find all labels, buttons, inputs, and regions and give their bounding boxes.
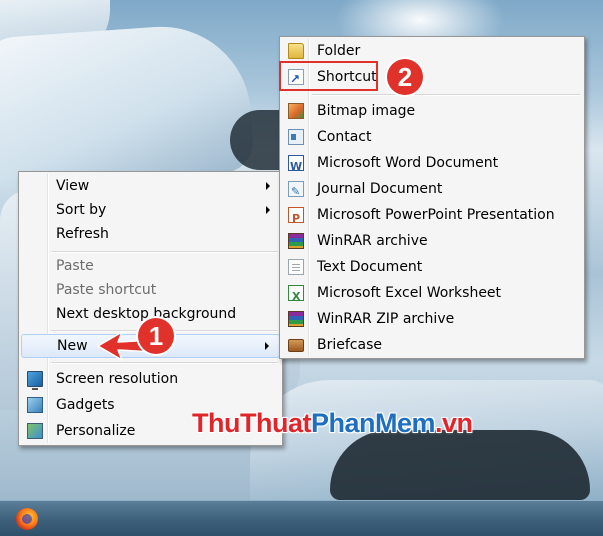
firefox-icon[interactable] bbox=[16, 508, 38, 530]
contact-icon bbox=[288, 129, 304, 145]
submenu-arrow-icon bbox=[266, 206, 270, 214]
submenu-item-word-document[interactable]: Microsoft Word Document bbox=[282, 151, 582, 179]
menu-separator bbox=[51, 362, 278, 364]
menu-item-paste: Paste bbox=[21, 254, 280, 278]
watermark-part: .vn bbox=[435, 408, 473, 438]
word-document-icon bbox=[288, 155, 304, 179]
menu-item-label: New bbox=[57, 338, 88, 354]
menu-item-label: Microsoft Word Document bbox=[317, 155, 499, 171]
gadgets-icon bbox=[27, 397, 43, 413]
watermark-part: ThuThuat bbox=[192, 408, 311, 438]
menu-item-sort-by[interactable]: Sort by bbox=[21, 198, 280, 222]
menu-item-label: Microsoft Excel Worksheet bbox=[317, 285, 502, 301]
menu-item-label: Text Document bbox=[317, 259, 423, 275]
menu-item-label: Microsoft PowerPoint Presentation bbox=[317, 207, 555, 223]
submenu-item-winrar-zip-archive[interactable]: WinRAR ZIP archive bbox=[282, 307, 582, 331]
menu-separator bbox=[312, 94, 580, 96]
submenu-item-briefcase[interactable]: Briefcase bbox=[282, 333, 582, 357]
menu-item-label: Screen resolution bbox=[56, 371, 179, 387]
menu-item-label: Briefcase bbox=[317, 337, 382, 353]
menu-item-label: Personalize bbox=[56, 423, 136, 439]
menu-item-label: Journal Document bbox=[317, 181, 443, 197]
winrar-icon bbox=[288, 233, 304, 249]
submenu-item-contact[interactable]: Contact bbox=[282, 125, 582, 149]
menu-separator bbox=[51, 251, 278, 253]
menu-item-label: Paste bbox=[56, 258, 94, 274]
menu-item-label: Paste shortcut bbox=[56, 282, 157, 298]
text-document-icon bbox=[288, 259, 304, 275]
menu-item-label: Refresh bbox=[56, 226, 109, 242]
menu-item-label: WinRAR ZIP archive bbox=[317, 311, 455, 327]
winrar-zip-icon bbox=[288, 311, 304, 327]
briefcase-icon bbox=[288, 339, 304, 352]
folder-icon bbox=[288, 43, 304, 59]
step-1-badge: 1 bbox=[138, 318, 174, 354]
desktop-context-menu: View Sort by Refresh Paste Paste shortcu… bbox=[18, 171, 283, 446]
powerpoint-icon bbox=[288, 207, 304, 231]
submenu-item-powerpoint[interactable]: Microsoft PowerPoint Presentation bbox=[282, 203, 582, 231]
menu-item-label: Folder bbox=[317, 43, 361, 59]
excel-icon bbox=[288, 285, 304, 309]
personalize-icon bbox=[27, 423, 43, 439]
submenu-item-bitmap-image[interactable]: Bitmap image bbox=[282, 99, 582, 123]
menu-item-label: Contact bbox=[317, 129, 372, 145]
menu-item-label: Gadgets bbox=[56, 397, 115, 413]
menu-item-refresh[interactable]: Refresh bbox=[21, 222, 280, 246]
submenu-item-text-document[interactable]: Text Document bbox=[282, 255, 582, 279]
menu-item-label: View bbox=[56, 178, 90, 194]
taskbar bbox=[0, 500, 603, 536]
wallpaper-ice bbox=[0, 20, 255, 190]
menu-item-label: Bitmap image bbox=[317, 103, 416, 119]
shortcut-highlight-box bbox=[279, 61, 378, 91]
journal-document-icon bbox=[288, 180, 304, 204]
menu-item-view[interactable]: View bbox=[21, 174, 280, 198]
submenu-arrow-icon bbox=[266, 182, 270, 190]
step-2-badge: 2 bbox=[387, 59, 423, 95]
screen-resolution-icon bbox=[27, 371, 43, 390]
submenu-item-excel-worksheet[interactable]: Microsoft Excel Worksheet bbox=[282, 281, 582, 309]
bitmap-image-icon bbox=[288, 103, 304, 119]
menu-item-label: Sort by bbox=[56, 202, 107, 218]
menu-item-label: WinRAR archive bbox=[317, 233, 428, 249]
submenu-item-winrar-archive[interactable]: WinRAR archive bbox=[282, 229, 582, 253]
menu-item-paste-shortcut: Paste shortcut bbox=[21, 278, 280, 302]
watermark-part: PhanMem bbox=[310, 408, 436, 438]
submenu-item-folder[interactable]: Folder bbox=[282, 39, 582, 63]
submenu-item-journal-document[interactable]: Journal Document bbox=[282, 177, 582, 204]
menu-item-screen-resolution[interactable]: Screen resolution bbox=[21, 367, 280, 391]
wallpaper-rock bbox=[330, 430, 590, 500]
watermark: ThuThuatPhanMem.vn bbox=[192, 408, 473, 439]
submenu-arrow-icon bbox=[265, 342, 269, 350]
